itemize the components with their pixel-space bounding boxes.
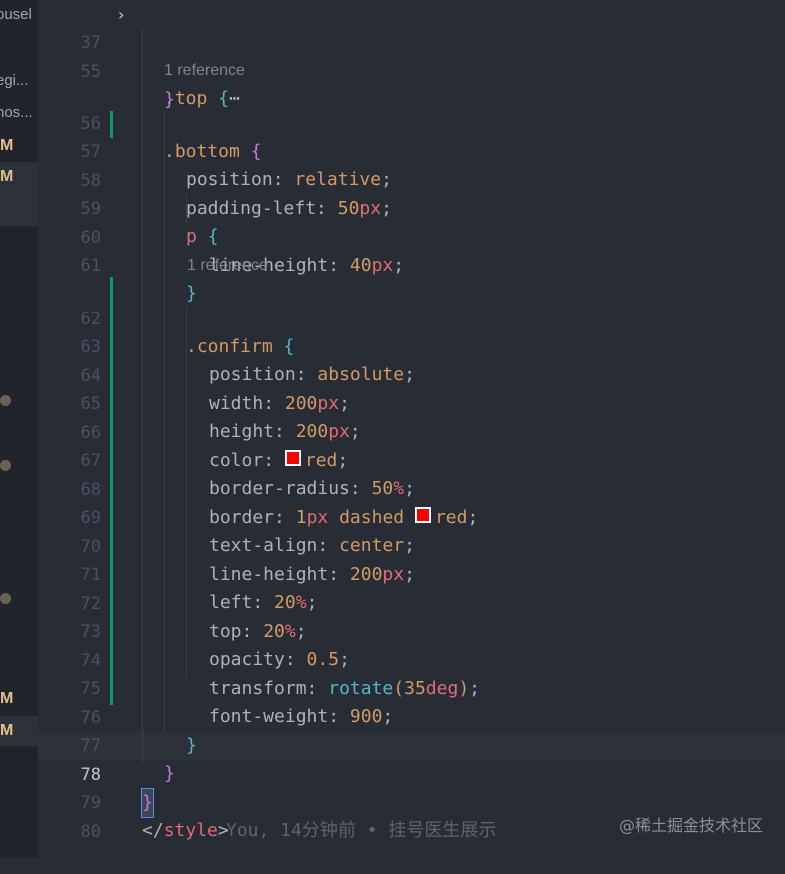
- code-line: 37 › .top {⋯: [38, 1, 785, 109]
- code-line: 65 height: 200px;: [38, 362, 785, 442]
- code-line: 66 color: red;: [38, 391, 785, 471]
- sidebar-file-item[interactable]: hos...: [0, 98, 34, 128]
- sidebar-file-label: egi...: [0, 72, 29, 89]
- code-line: 68 border: 1px dashed red;: [38, 448, 785, 528]
- code-line: 75 font-weight: 900;: [38, 647, 785, 727]
- code-line: 58 padding-left: 50px;: [38, 139, 785, 219]
- code-line: 64 width: 200px;: [38, 334, 785, 414]
- code-line: 76 }: [38, 676, 785, 756]
- code-line: 57 position: relative;: [38, 110, 785, 190]
- code-line: 77 }: [38, 704, 785, 784]
- codelens-reference[interactable]: 1 reference: [187, 256, 268, 276]
- explorer-sidebar: ousel egi... hos... M M M M: [0, 0, 38, 858]
- code-line: 61 }: [38, 224, 785, 304]
- code-line: 59 p {: [38, 167, 785, 247]
- code-line: 79 </style>: [38, 761, 785, 841]
- code-line: 55 }: [38, 30, 785, 110]
- code-line: 69 text-align: center;: [38, 476, 785, 556]
- git-modified-badge: M: [0, 131, 38, 161]
- git-status-letter: M: [0, 722, 14, 739]
- sidebar-selected-row[interactable]: [0, 192, 38, 226]
- code-line: 74 transform: rotate(35deg);: [38, 619, 785, 699]
- line-number: 61: [80, 256, 101, 276]
- line-code: </style>: [142, 820, 229, 841]
- git-status-letter: M: [0, 690, 14, 707]
- code-line: 71 left: 20%;: [38, 533, 785, 613]
- chevron-right-icon[interactable]: ›: [118, 1, 124, 29]
- code-line: 70 line-height: 200px;: [38, 505, 785, 585]
- sidebar-file-label: ousel: [0, 6, 32, 23]
- code-line: 73 opacity: 0.5;: [38, 590, 785, 670]
- code-line: 60 line-height: 40px;: [38, 196, 785, 276]
- git-modified-badge-selected[interactable]: M: [0, 716, 38, 746]
- codelens-reference[interactable]: 1 reference: [164, 61, 245, 81]
- sidebar-file-item[interactable]: egi...: [0, 66, 34, 96]
- code-line-current: 78 } You, 14分钟前 • 挂号医生展示: [38, 733, 785, 841]
- sidebar-file-item[interactable]: ousel: [0, 0, 34, 30]
- git-modified-badge-selected[interactable]: M: [0, 162, 38, 192]
- code-line: 63 position: absolute;: [38, 305, 785, 385]
- watermark: @稀土掘金技术社区: [618, 816, 763, 835]
- code-editor[interactable]: 37 › .top {⋯ 55 } 1 reference 56 .bottom…: [38, 0, 785, 858]
- code-line: 67 border-radius: 50%;: [38, 419, 785, 499]
- line-number: 80: [80, 822, 101, 842]
- code-line: 56 .bottom {: [38, 82, 785, 162]
- git-blame-annotation: You, 14分钟前 • 挂号医生展示: [226, 820, 497, 841]
- unsaved-dot-icon: [0, 460, 11, 471]
- git-modified-badge: M: [0, 684, 38, 714]
- unsaved-dot-icon: [0, 593, 11, 604]
- sidebar-file-label: hos...: [0, 104, 33, 121]
- code-line: 62 .confirm {: [38, 277, 785, 357]
- git-status-letter: M: [0, 137, 14, 154]
- unsaved-dot-icon: [0, 395, 11, 406]
- git-status-letter: M: [0, 168, 14, 185]
- code-line: 72 top: 20%;: [38, 562, 785, 642]
